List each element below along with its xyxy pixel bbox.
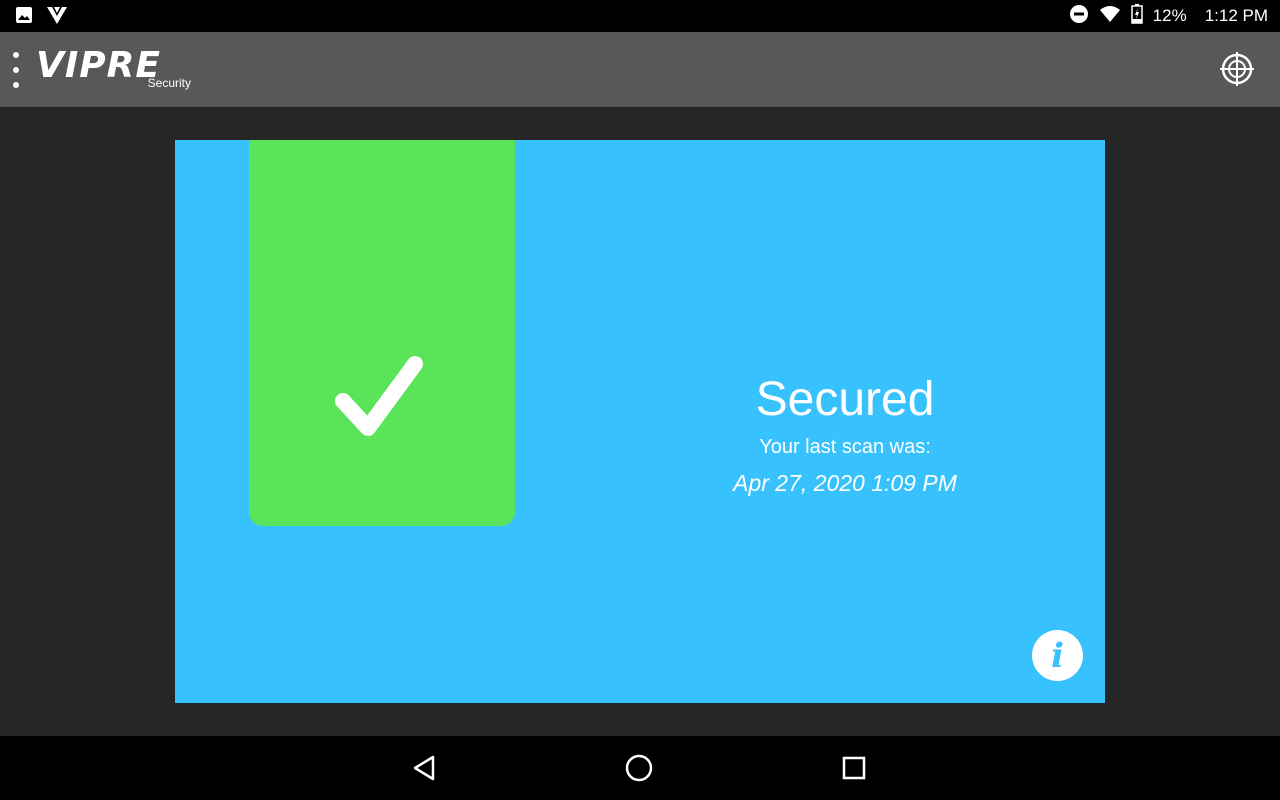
brand-subtitle: Security xyxy=(147,76,191,90)
crosshair-icon[interactable] xyxy=(1219,51,1255,87)
battery-icon xyxy=(1130,3,1143,29)
overflow-menu-icon[interactable] xyxy=(8,52,24,88)
protection-status-card: Secured Your last scan was: Apr 27, 2020… xyxy=(175,140,1105,703)
brand-name: VIPRE xyxy=(36,45,161,86)
status-bar: 12% 1:12 PM xyxy=(0,0,1280,32)
checkmark-icon xyxy=(335,356,423,436)
battery-level: 12% xyxy=(1152,6,1187,25)
status-text-block: Secured Your last scan was: Apr 27, 2020… xyxy=(695,370,995,500)
status-tile xyxy=(249,140,515,526)
do-not-disturb-icon xyxy=(1069,4,1089,29)
back-icon[interactable] xyxy=(409,752,441,784)
image-icon xyxy=(14,5,34,30)
last-scan-date: Apr 27, 2020 1:09 PM xyxy=(733,470,957,496)
recents-icon[interactable] xyxy=(838,752,870,784)
wifi-icon xyxy=(1099,5,1121,28)
home-icon[interactable] xyxy=(623,752,655,784)
app-bar: VIPRE Security xyxy=(0,32,1280,107)
vipre-icon xyxy=(46,5,68,30)
navigation-bar xyxy=(0,736,1280,800)
last-scan-label: Your last scan was: xyxy=(759,436,931,458)
status-title: Secured xyxy=(755,373,935,426)
app-logo: VIPRE Security xyxy=(36,45,201,93)
clock: 1:12 PM xyxy=(1204,6,1268,25)
info-icon: i xyxy=(1051,635,1064,676)
info-button[interactable]: i xyxy=(1032,630,1083,681)
